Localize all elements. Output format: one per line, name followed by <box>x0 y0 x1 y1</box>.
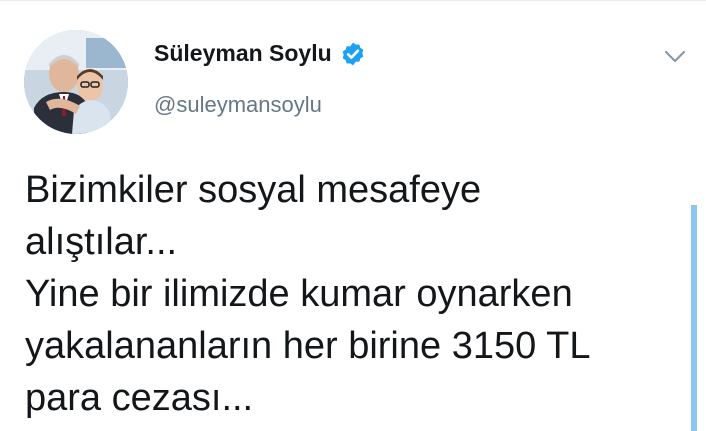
tweet-text-line: yakalananların her birine 3150 TL <box>25 325 591 367</box>
tweet-text-line: Yine bir ilimizde kumar oynarken <box>25 273 573 315</box>
tweet-text-line: Bizimkiler sosyal mesafeye <box>25 169 482 211</box>
chevron-down-icon[interactable] <box>664 50 686 64</box>
tweet-text: Bizimkiler sosyal mesafeye alıştılar... … <box>25 164 665 424</box>
tweet-text-line: alıştılar... <box>25 221 178 263</box>
author-name-row[interactable]: Süleyman Soylu <box>154 40 366 67</box>
avatar[interactable] <box>24 30 128 134</box>
verified-badge-icon <box>342 42 363 65</box>
author-name[interactable]: Süleyman Soylu <box>154 40 332 67</box>
author-handle[interactable]: @suleymansoylu <box>154 92 322 118</box>
tweet-card: Süleyman Soylu @suleymansoylu Bizimkiler… <box>0 0 706 431</box>
scrollbar[interactable] <box>691 205 697 431</box>
avatar-photo <box>24 30 128 134</box>
tweet-text-line: para cezası... <box>25 377 254 419</box>
